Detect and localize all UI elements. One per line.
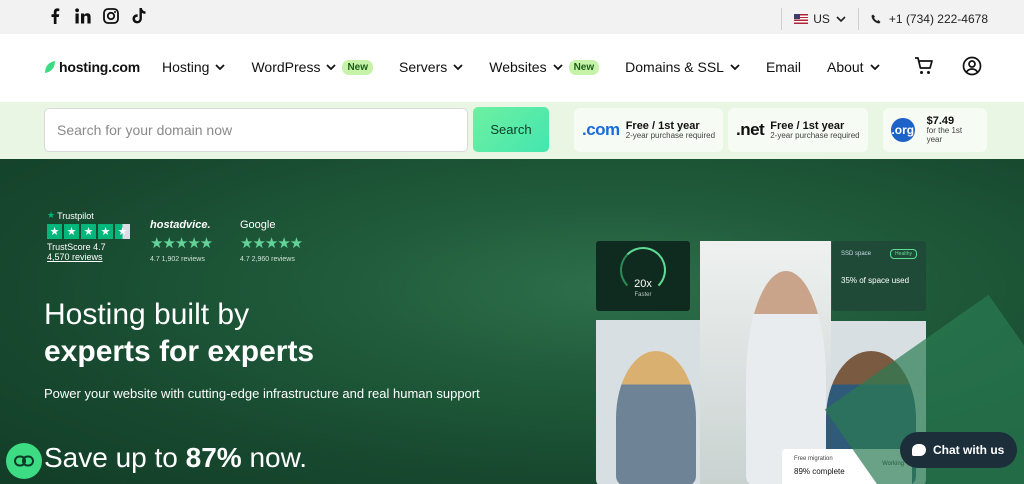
tld-offer-line2: 2-year purchase required [770, 130, 860, 140]
speed-card: 20x Faster [596, 241, 690, 311]
ssd-value: 35% of space used [841, 276, 910, 285]
chevron-down-icon [215, 64, 226, 71]
ssd-card: SSD space Healthy 35% of space used [832, 241, 926, 311]
hero-title-line1: Hosting built by [44, 298, 250, 331]
nav-item-domains-ssl[interactable]: Domains & SSL [625, 59, 740, 75]
google-rating: Google ★★★★★ 4.7 2,960 reviews [240, 219, 303, 263]
tld-offer-net[interactable]: .net Free / 1st year 2-year purchase req… [728, 108, 868, 152]
nav-label: Hosting [162, 59, 210, 75]
facebook-icon[interactable] [46, 7, 64, 25]
locale-selector[interactable]: US [813, 12, 830, 26]
nav-item-about[interactable]: About [827, 59, 880, 75]
chat-bubble-icon [912, 444, 926, 456]
chat-button[interactable]: Chat with us [900, 432, 1017, 468]
google-meta: 4.7 2,960 reviews [240, 256, 295, 263]
google-label: Google [240, 219, 276, 231]
nav-label: Domains & SSL [625, 59, 724, 75]
star-icon: ★ [47, 210, 56, 220]
trustpilot-reviews-link[interactable]: 4,570 reviews [47, 252, 130, 262]
logo-text: hosting.com [59, 59, 141, 75]
trustpilot-rating[interactable]: ★ Trustpilot ★ ★ ★ ★ ★ TrustScore 4.7 4,570 r… [47, 210, 130, 262]
tld-offer-line1: Free / 1st year [625, 119, 700, 132]
migration-status: Working [882, 461, 904, 467]
account-icon[interactable] [962, 56, 982, 76]
save-suffix: now. [241, 442, 308, 473]
ssd-status-pill: Healthy [890, 249, 917, 259]
hero-section: ★ Trustpilot ★ ★ ★ ★ ★ TrustScore 4.7 4,570 r… [0, 159, 1024, 484]
new-badge: New [568, 59, 600, 75]
phone-icon [871, 14, 881, 24]
tld-offer-com[interactable]: .com Free / 1st year 2-year purchase req… [574, 108, 724, 152]
instagram-icon[interactable] [102, 7, 120, 25]
chevron-down-icon [552, 64, 563, 71]
chat-label: Chat with us [933, 443, 1005, 457]
nav-label: Servers [399, 59, 448, 75]
speed-label: Faster [634, 292, 652, 298]
main-nav: hosting.com Hosting WordPress New Servers… [0, 34, 1024, 102]
save-value: 87% [185, 442, 242, 473]
migration-value: 89% complete [794, 467, 845, 476]
hero-save-text: Save up to 87% now. [44, 442, 307, 474]
migration-title: Free migration [794, 456, 833, 462]
social-links [46, 7, 148, 25]
link-float-button[interactable] [6, 443, 42, 479]
nav-icons [914, 56, 982, 76]
search-button[interactable]: Search [473, 107, 549, 152]
save-prefix: Save up to [44, 442, 186, 473]
trustpilot-label: Trustpilot [57, 210, 94, 221]
chevron-down-icon [730, 64, 740, 71]
divider [781, 8, 783, 30]
divider [857, 8, 859, 30]
hero-subtitle: Power your website with cutting-edge inf… [44, 386, 480, 401]
nav-label: Email [765, 59, 801, 75]
hostadvice-meta: 4.7 1,902 reviews [150, 256, 205, 263]
hostadvice-label: hostadvice. [150, 219, 211, 231]
nav-label: Websites [489, 59, 547, 75]
domain-search-input[interactable] [44, 108, 468, 152]
migration-card: Free migration 89% complete Working [782, 449, 912, 484]
cart-icon[interactable] [914, 56, 934, 76]
tld-name: .com [582, 120, 620, 139]
nav-item-email[interactable]: Email [766, 59, 801, 75]
hostadvice-rating: hostadvice. ★★★★★ 4.7 1,902 reviews [150, 219, 213, 263]
tld-offer-line2: 2-year purchase required [625, 130, 716, 140]
nav-menu: Hosting WordPress New Servers Websites New… [162, 59, 906, 75]
domain-search-band: Search .com Free / 1st year 2-year purch… [0, 102, 1024, 159]
nav-item-servers[interactable]: Servers [399, 59, 463, 75]
chevron-down-icon [453, 64, 463, 71]
link-icon [14, 455, 34, 467]
hero-title-line2: experts for experts [44, 335, 315, 368]
chevron-down-icon [869, 64, 880, 71]
google-stars: ★★★★★ [240, 235, 303, 252]
tiktok-icon[interactable] [130, 7, 148, 25]
trustpilot-stars: ★ ★ ★ ★ ★ [47, 224, 130, 239]
tld-offer-org[interactable]: .org $7.49 for the 1st year [883, 108, 987, 152]
nav-label: WordPress [251, 59, 321, 75]
tld-name: .org [891, 118, 915, 142]
logo[interactable]: hosting.com [44, 59, 140, 75]
nav-label: About [826, 59, 864, 75]
logo-leaf-icon [45, 61, 55, 73]
tld-name: .net [736, 120, 765, 139]
speed-value: 20x [634, 278, 652, 290]
tld-offer-line1: Free / 1st year [770, 119, 845, 132]
trustscore: TrustScore 4.7 [47, 242, 106, 252]
nav-item-websites[interactable]: Websites New [489, 59, 600, 75]
new-badge: New [342, 59, 374, 75]
linkedin-icon[interactable] [74, 7, 92, 25]
nav-item-wordpress[interactable]: WordPress New [251, 59, 374, 75]
tld-offer-line2: for the 1st year [926, 126, 963, 145]
top-right-info: US +1 (734) 222-4678 [769, 8, 988, 30]
us-flag-icon [794, 14, 809, 24]
top-bar: US +1 (734) 222-4678 [0, 0, 1024, 34]
ssd-title: SSD space [841, 251, 872, 257]
chevron-down-icon [836, 16, 846, 23]
nav-item-hosting[interactable]: Hosting [162, 59, 226, 75]
chevron-down-icon [326, 64, 337, 71]
hero-title: Hosting built by experts for experts [44, 296, 314, 370]
hostadvice-stars: ★★★★★ [150, 235, 213, 252]
phone-number[interactable]: +1 (734) 222-4678 [889, 12, 988, 26]
